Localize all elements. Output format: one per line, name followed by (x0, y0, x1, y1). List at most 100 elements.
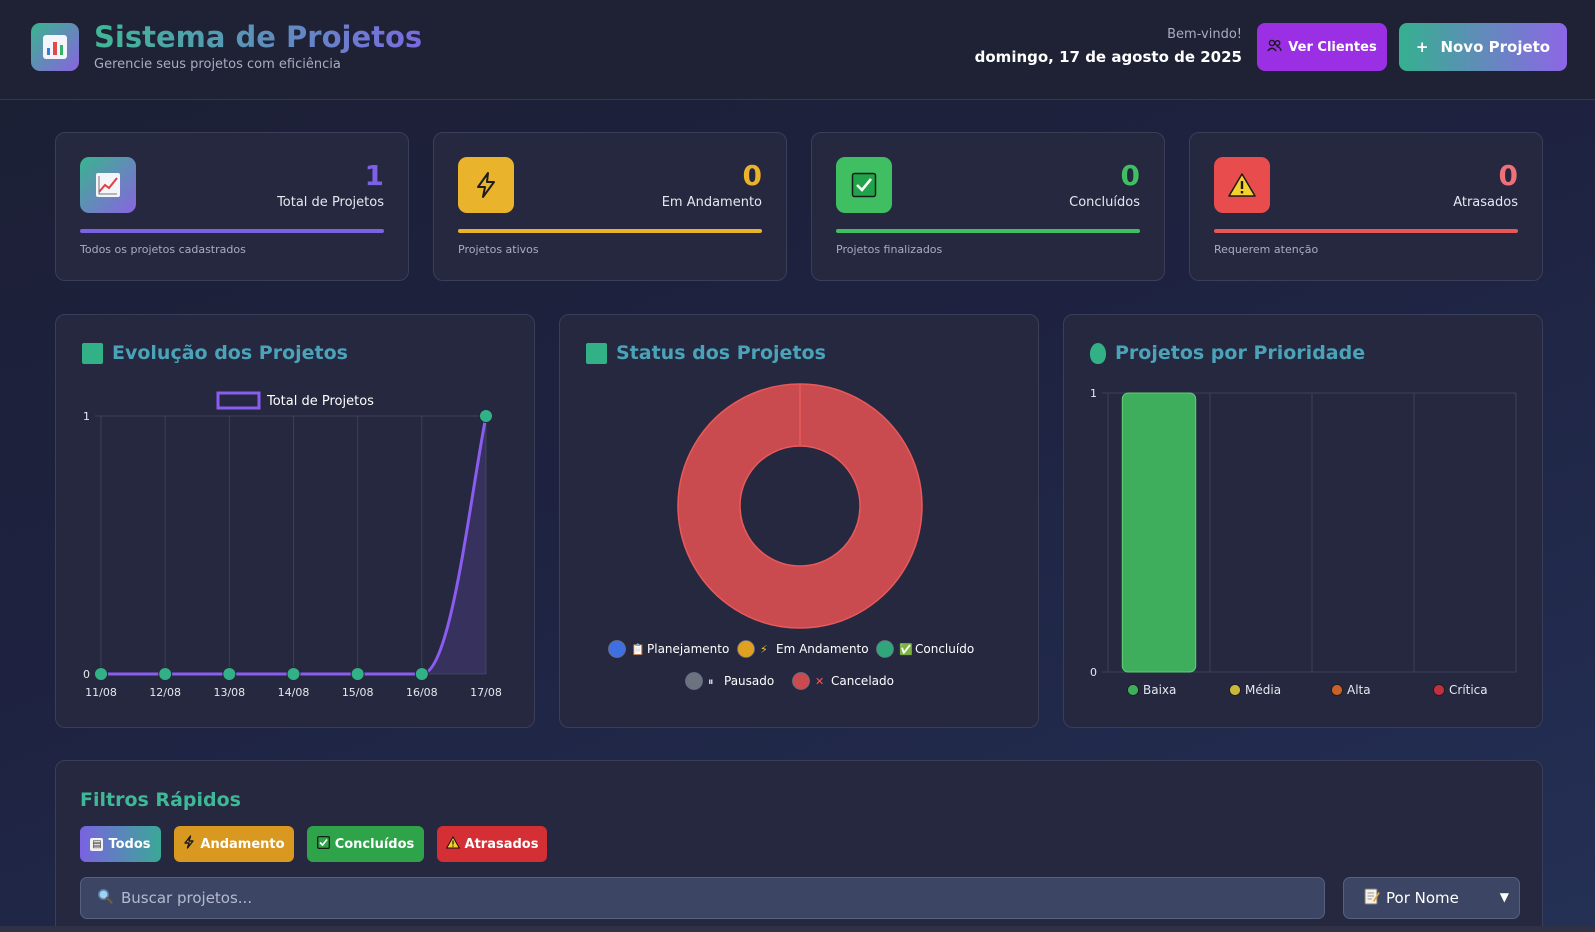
data-point (222, 667, 237, 681)
evolution-chart-panel: Evolução dos Projetos Total de Projetos 0… (55, 314, 535, 728)
status-donut-chart: 📋 Planejamento ⚡ Em Andamento ✅ Concluído ⏸ Pau… (608, 383, 974, 690)
lightning-icon (458, 157, 514, 213)
app-title: Sistema de Projetos (94, 20, 423, 54)
plus-icon: + (1415, 38, 1429, 56)
legend-icon: ✅ (899, 643, 913, 656)
app-subtitle: Gerencie seus projetos com eficiência (94, 57, 341, 72)
data-point (286, 667, 301, 681)
legend-label: Crítica (1449, 683, 1488, 697)
x-tick-label: 14/08 (278, 686, 310, 699)
stat-bar (1214, 229, 1518, 233)
quick-filters-panel: Filtros Rápidos ▤ Todos Andamento Conclu… (55, 760, 1543, 932)
legend-marker (685, 672, 703, 690)
filter-completed-label: Concluídos (334, 836, 415, 852)
stat-description: Projetos finalizados (836, 243, 943, 256)
priority-bar-chart: 0 1 Baixa Média Alta Crítica (1090, 387, 1517, 697)
warning-icon (1214, 157, 1270, 213)
stat-value: 0 (1498, 159, 1518, 192)
x-tick-label: 15/08 (342, 686, 374, 699)
stat-bar (458, 229, 762, 233)
app-header: Sistema de Projetos Gerencie seus projet… (0, 0, 1595, 100)
sort-select[interactable]: Por Nome ▼ (1343, 877, 1520, 919)
warning-icon (445, 835, 460, 853)
x-tick-label: 17/08 (470, 686, 502, 699)
stat-card-total: 1 Total de Projetos Todos os projetos ca… (55, 132, 409, 281)
legend-icon: ⏸ (708, 675, 714, 688)
filter-late-label: Atrasados (464, 836, 539, 852)
data-point (158, 667, 173, 681)
new-project-label: Novo Projeto (1440, 38, 1551, 56)
current-date: domingo, 17 de agosto de 2025 (974, 48, 1242, 66)
logo-icon (31, 23, 79, 71)
sort-selected-label: Por Nome (1386, 889, 1459, 907)
y-tick-label: 0 (1090, 666, 1097, 679)
filter-all-button[interactable]: ▤ Todos (80, 826, 161, 862)
legend-marker (876, 640, 894, 658)
legend-label: Média (1245, 683, 1281, 697)
welcome-text: Bem-vindo! (1167, 27, 1242, 42)
memo-icon (1364, 888, 1380, 909)
data-point (414, 667, 429, 681)
search-icon (97, 888, 113, 908)
y-tick-label: 1 (1090, 387, 1097, 400)
data-point (350, 667, 365, 681)
data-point (479, 409, 493, 423)
stat-bar (80, 229, 384, 233)
chevron-down-icon: ▼ (1499, 890, 1509, 904)
stat-bar (836, 229, 1140, 233)
filter-late-button[interactable]: Atrasados (437, 826, 547, 862)
check-icon (316, 835, 330, 853)
legend-label: Alta (1347, 683, 1371, 697)
stat-label: Total de Projetos (277, 195, 384, 210)
x-tick-label: 12/08 (149, 686, 181, 699)
legend-icon: ✕ (815, 675, 824, 688)
y-tick-label: 0 (83, 668, 90, 681)
legend-marker (608, 640, 626, 658)
new-project-button[interactable]: + Novo Projeto (1399, 23, 1567, 71)
filter-in-progress-button[interactable]: Andamento (174, 826, 294, 862)
bar (1121, 392, 1197, 673)
legend-label: Baixa (1143, 683, 1176, 697)
priority-chart-panel: Projetos por Prioridade 0 1 Baixa Média Alta… (1063, 314, 1543, 728)
legend-marker (1433, 684, 1445, 696)
x-tick-label: 11/08 (85, 686, 117, 699)
horizontal-scrollbar[interactable] (0, 926, 1595, 932)
legend-label: Em Andamento (776, 642, 869, 656)
legend-label: Cancelado (831, 674, 894, 688)
legend-marker (1331, 684, 1343, 696)
legend-marker (792, 672, 810, 690)
legend-label: Pausado (724, 674, 774, 688)
stat-value: 1 (364, 159, 384, 192)
chart-up-icon (80, 157, 136, 213)
stat-label: Em Andamento (661, 195, 762, 210)
legend-label: Concluído (915, 642, 974, 656)
legend-icon: 📋 (631, 643, 645, 656)
clipboard-icon: ▤ (90, 837, 104, 851)
stat-label: Atrasados (1453, 195, 1518, 210)
legend-marker (1229, 684, 1241, 696)
stat-label: Concluídos (1069, 195, 1140, 210)
x-tick-label: 13/08 (213, 686, 245, 699)
x-tick-label: 16/08 (406, 686, 438, 699)
legend-marker (737, 640, 755, 658)
users-icon (1267, 39, 1283, 56)
legend-label: Total de Projetos (266, 394, 374, 409)
lightning-icon (183, 835, 195, 853)
stat-card-late: 0 Atrasados Requerem atenção (1189, 132, 1543, 281)
stat-card-completed: 0 Concluídos Projetos finalizados (811, 132, 1165, 281)
filter-all-label: Todos (108, 836, 151, 852)
search-input[interactable]: Buscar projetos... (80, 877, 1325, 919)
legend-label: Planejamento (647, 642, 729, 656)
evolution-line-chart: Total de Projetos 0 1 11/08 12/08 13/08 14/08 1… (83, 391, 502, 699)
view-clients-button[interactable]: Ver Clientes (1257, 23, 1387, 71)
status-chart-panel: Status dos Projetos 📋 Planejamento ⚡ Em And… (559, 314, 1039, 728)
check-icon (836, 157, 892, 213)
filter-completed-button[interactable]: Concluídos (307, 826, 424, 862)
stat-description: Requerem atenção (1214, 243, 1319, 256)
stat-description: Todos os projetos cadastrados (80, 243, 246, 256)
search-placeholder: Buscar projetos... (121, 889, 253, 907)
stat-value: 0 (1120, 159, 1140, 192)
stat-value: 0 (742, 159, 762, 192)
stat-card-in-progress: 0 Em Andamento Projetos ativos (433, 132, 787, 281)
data-point (94, 667, 108, 681)
